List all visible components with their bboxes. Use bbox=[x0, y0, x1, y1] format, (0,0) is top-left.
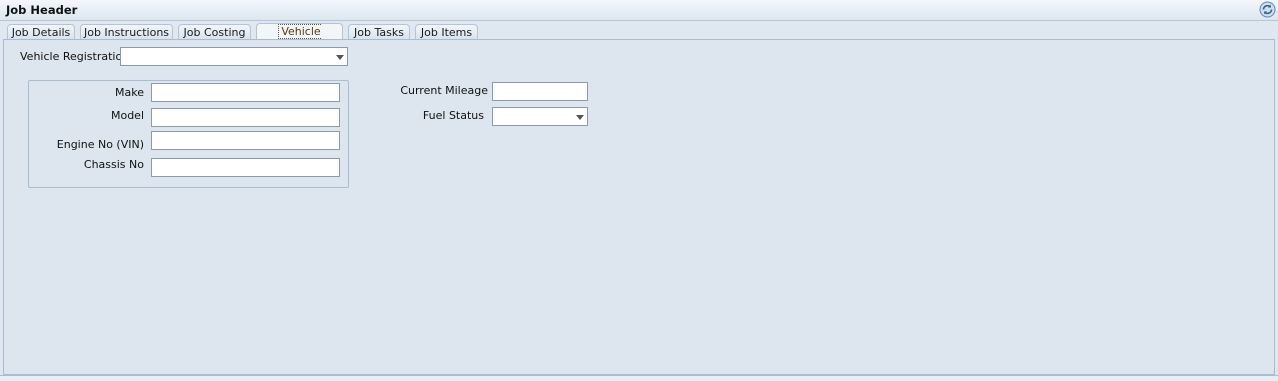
chassis-no-field[interactable] bbox=[151, 158, 340, 177]
window-header: Job Header bbox=[0, 0, 1278, 21]
tab-job-details[interactable]: Job Details bbox=[7, 24, 75, 40]
bottom-border bbox=[0, 375, 1278, 381]
tab-job-items[interactable]: Job Items bbox=[415, 24, 478, 40]
tab-job-instructions[interactable]: Job Instructions bbox=[80, 24, 173, 40]
tab-bar: Job Details Job Instructions Job Costing… bbox=[0, 21, 1278, 54]
engine-no-label: Engine No (VIN) bbox=[56, 138, 144, 151]
page-title: Job Header bbox=[6, 3, 78, 17]
make-field[interactable] bbox=[151, 83, 340, 102]
model-label: Model bbox=[110, 109, 144, 122]
current-mileage-label: Current Mileage bbox=[400, 84, 488, 97]
tab-job-costing[interactable]: Job Costing bbox=[178, 24, 251, 40]
vehicle-registration-label: Vehicle Registration bbox=[20, 50, 130, 63]
tab-vehicle-details[interactable]: Vehicle Details bbox=[256, 23, 343, 54]
chevron-down-icon bbox=[336, 55, 344, 60]
fuel-status-label: Fuel Status bbox=[422, 109, 484, 122]
make-label: Make bbox=[115, 86, 144, 99]
current-mileage-field[interactable] bbox=[492, 82, 588, 101]
model-field[interactable] bbox=[151, 108, 340, 127]
tab-job-tasks[interactable]: Job Tasks bbox=[348, 24, 410, 40]
engine-no-field[interactable] bbox=[151, 131, 340, 150]
refresh-icon[interactable] bbox=[1259, 1, 1276, 18]
chassis-no-label: Chassis No bbox=[83, 158, 144, 171]
vehicle-registration-select[interactable] bbox=[120, 47, 348, 66]
fuel-status-select[interactable] bbox=[492, 107, 588, 126]
chevron-down-icon bbox=[576, 115, 584, 120]
